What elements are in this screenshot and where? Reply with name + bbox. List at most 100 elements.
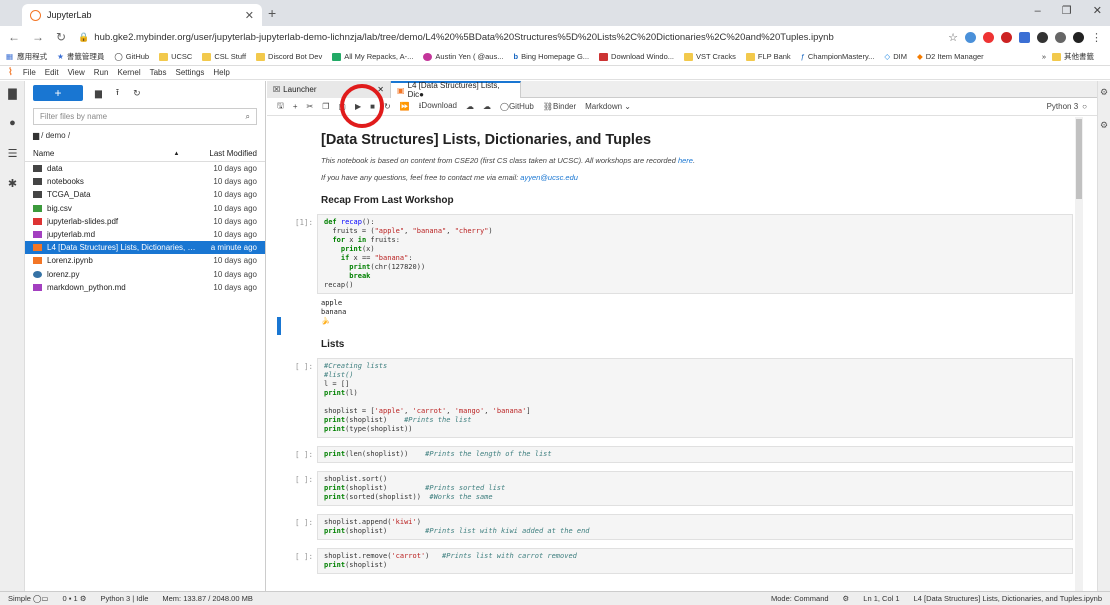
- extension-icon[interactable]: [1019, 31, 1030, 43]
- profile-icon[interactable]: [1073, 31, 1084, 43]
- file-row[interactable]: big.csv 10 days ago: [25, 202, 265, 215]
- bookmark[interactable]: Discord Bot Dev: [256, 52, 322, 61]
- github-button[interactable]: ◯GitHub: [500, 102, 534, 111]
- forward-icon[interactable]: →: [32, 30, 44, 44]
- markdown-cell[interactable]: Lists: [321, 339, 1085, 350]
- tab-notebook[interactable]: ▣ L4 [Data Structures] Lists, Dic●: [391, 80, 521, 99]
- file-row[interactable]: notebooks 10 days ago: [25, 175, 265, 188]
- fast-forward-icon[interactable]: ⏩: [400, 102, 410, 111]
- code-editor[interactable]: shoplist.append('kiwi') print(shoplist) …: [317, 514, 1073, 540]
- bookmark[interactable]: ★ 書籤管理員: [57, 51, 104, 62]
- save-icon[interactable]: 🖫: [277, 100, 284, 114]
- reload-icon[interactable]: ↻: [56, 30, 66, 44]
- bookmark[interactable]: b Bing Homepage G...: [513, 52, 589, 61]
- recordings-link[interactable]: here: [678, 156, 693, 165]
- menu-file[interactable]: File: [23, 68, 36, 77]
- bookmark[interactable]: ◇ DIM: [884, 52, 907, 61]
- extension-icon[interactable]: [1055, 31, 1066, 43]
- upload-icon[interactable]: ⭱: [116, 85, 119, 101]
- insert-cell-icon[interactable]: +: [293, 102, 298, 111]
- code-cell[interactable]: [ ]: shoplist.sort() print(shoplist) #Pr…: [267, 471, 1085, 506]
- bookmark[interactable]: All My Repacks, A-...: [332, 52, 413, 61]
- bookmark[interactable]: ◯ GitHub: [114, 52, 149, 61]
- code-editor[interactable]: shoplist.remove('carrot') #Prints list w…: [317, 548, 1073, 574]
- code-cell[interactable]: [ ]: shoplist.remove('carrot') #Prints l…: [267, 548, 1085, 574]
- extensions-icon[interactable]: ✱: [0, 171, 25, 201]
- extension-icon[interactable]: [1001, 31, 1012, 43]
- filter-input[interactable]: Filter files by name ⌕: [33, 108, 257, 125]
- cell-type-select[interactable]: Markdown ⌄: [585, 102, 631, 111]
- file-row[interactable]: data 10 days ago: [25, 162, 265, 175]
- bookmark[interactable]: FLP Bank: [745, 52, 791, 61]
- menu-view[interactable]: View: [68, 68, 85, 77]
- bookmark[interactable]: ƒ ChampionMastery...: [801, 52, 875, 61]
- close-window-icon[interactable]: ✕: [1093, 5, 1102, 17]
- terminal-count[interactable]: 0 ▪ 1 ⚙: [63, 594, 87, 603]
- code-cell[interactable]: [ ]: shoplist.append('kiwi') print(shopl…: [267, 514, 1085, 540]
- code-editor[interactable]: shoplist.sort() print(shoplist) #Prints …: [317, 471, 1073, 506]
- other-bookmarks[interactable]: » 其他書籤: [1042, 51, 1094, 62]
- file-row[interactable]: jupyterlab-slides.pdf 10 days ago: [25, 215, 265, 228]
- breadcrumb[interactable]: ▆ / demo /: [25, 128, 265, 143]
- code-editor[interactable]: #Creating lists #list() l = [] print(l) …: [317, 358, 1073, 438]
- running-icon[interactable]: ●: [0, 111, 25, 141]
- back-icon[interactable]: ←: [8, 30, 20, 44]
- file-row[interactable]: TCGA_Data 10 days ago: [25, 188, 265, 201]
- scrollbar[interactable]: [1075, 117, 1083, 591]
- new-launcher-button[interactable]: +: [33, 85, 83, 101]
- kernel-state[interactable]: Python 3 | Idle: [101, 594, 149, 603]
- code-editor[interactable]: print(len(shoplist)) #Prints the length …: [317, 446, 1073, 463]
- extension-icon[interactable]: [1037, 31, 1048, 43]
- menu-icon[interactable]: ⋮: [1091, 31, 1102, 44]
- code-cell[interactable]: [ ]: #Creating lists #list() l = [] prin…: [267, 358, 1085, 438]
- cursor-position[interactable]: Ln 1, Col 1: [863, 594, 899, 603]
- menu-help[interactable]: Help: [213, 68, 229, 77]
- property-inspector-icon[interactable]: ⚙: [1098, 81, 1110, 98]
- file-row[interactable]: Lorenz.ipynb 10 days ago: [25, 254, 265, 267]
- star-icon[interactable]: ☆: [948, 31, 958, 44]
- cloud-icon[interactable]: ☁: [466, 102, 474, 111]
- download-button[interactable]: ⭳Download: [419, 100, 457, 114]
- new-tab-icon[interactable]: +: [268, 5, 276, 21]
- menu-edit[interactable]: Edit: [45, 68, 59, 77]
- code-cell[interactable]: [ ]: print(len(shoplist)) #Prints the le…: [267, 446, 1085, 463]
- menu-settings[interactable]: Settings: [176, 68, 205, 77]
- restart-icon[interactable]: ↻: [384, 102, 391, 111]
- file-row[interactable]: jupyterlab.md 10 days ago: [25, 228, 265, 241]
- column-name[interactable]: Name: [33, 149, 173, 158]
- menu-run[interactable]: Run: [94, 68, 109, 77]
- commands-icon[interactable]: ☰: [0, 141, 25, 171]
- extension-icon[interactable]: [965, 31, 976, 43]
- bookmark[interactable]: Download Windo...: [599, 52, 674, 61]
- bookmark[interactable]: ◆ D2 Item Manager: [917, 52, 984, 61]
- copy-icon[interactable]: ❐: [322, 102, 329, 111]
- menu-kernel[interactable]: Kernel: [117, 68, 140, 77]
- file-row[interactable]: L4 [Data Structures] Lists, Dictionaries…: [25, 241, 265, 255]
- settings-icon[interactable]: ⚙: [843, 594, 850, 603]
- bookmark[interactable]: CSL Stuff: [202, 52, 246, 61]
- bookmark[interactable]: Austin Yen ( @aus...: [423, 52, 503, 61]
- file-row[interactable]: markdown_python.md 10 days ago: [25, 281, 265, 294]
- bookmark[interactable]: UCSC: [159, 52, 192, 61]
- bookmark[interactable]: VST Cracks: [684, 52, 736, 61]
- bookmark[interactable]: 應用程式: [17, 51, 47, 62]
- maximize-icon[interactable]: ❐: [1062, 5, 1072, 17]
- extension-icon[interactable]: [983, 31, 994, 43]
- menu-tabs[interactable]: Tabs: [150, 68, 167, 77]
- cut-icon[interactable]: ✂: [307, 102, 314, 111]
- email-link[interactable]: ayyen@ucsc.edu: [520, 173, 578, 182]
- scrollbar-thumb[interactable]: [1076, 119, 1082, 199]
- close-icon[interactable]: ✕: [245, 9, 254, 22]
- simple-mode-toggle[interactable]: Simple ◯▭: [8, 594, 49, 603]
- apps-icon[interactable]: ▦: [6, 52, 13, 61]
- code-editor[interactable]: def recap(): fruits = ("apple", "banana"…: [317, 214, 1073, 294]
- refresh-icon[interactable]: ↻: [133, 88, 141, 99]
- file-row[interactable]: lorenz.py 10 days ago: [25, 268, 265, 281]
- column-last-modified[interactable]: Last Modified: [209, 149, 257, 158]
- minimize-icon[interactable]: –: [1035, 5, 1041, 17]
- markdown-cell[interactable]: [Data Structures] Lists, Dictionaries, a…: [321, 132, 1085, 206]
- browser-tab[interactable]: JupyterLab ✕: [22, 4, 262, 26]
- binder-button[interactable]: ⛓Binder: [543, 102, 576, 111]
- folder-icon[interactable]: ▇: [0, 81, 25, 111]
- code-cell[interactable]: [1]: def recap(): fruits = ("apple", "ba…: [267, 214, 1085, 294]
